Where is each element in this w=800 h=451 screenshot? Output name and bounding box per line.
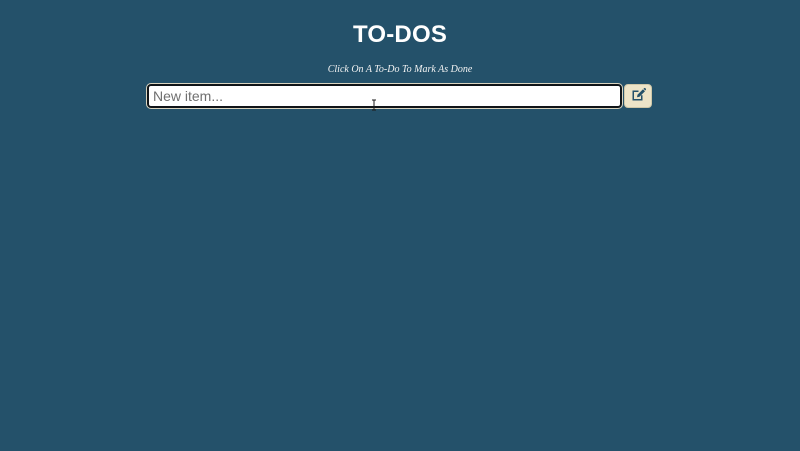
text-cursor-icon bbox=[371, 98, 377, 111]
edit-icon bbox=[630, 87, 647, 106]
new-item-input[interactable] bbox=[146, 83, 623, 109]
page-title: TO-DOS bbox=[352, 21, 448, 48]
todo-app: TO-DOS Click On A To-Do To Mark As Done bbox=[0, 0, 800, 451]
add-item-button[interactable] bbox=[624, 84, 652, 108]
instructions-text: Click On A To-Do To Mark As Done bbox=[327, 64, 473, 75]
new-item-form bbox=[146, 83, 653, 109]
